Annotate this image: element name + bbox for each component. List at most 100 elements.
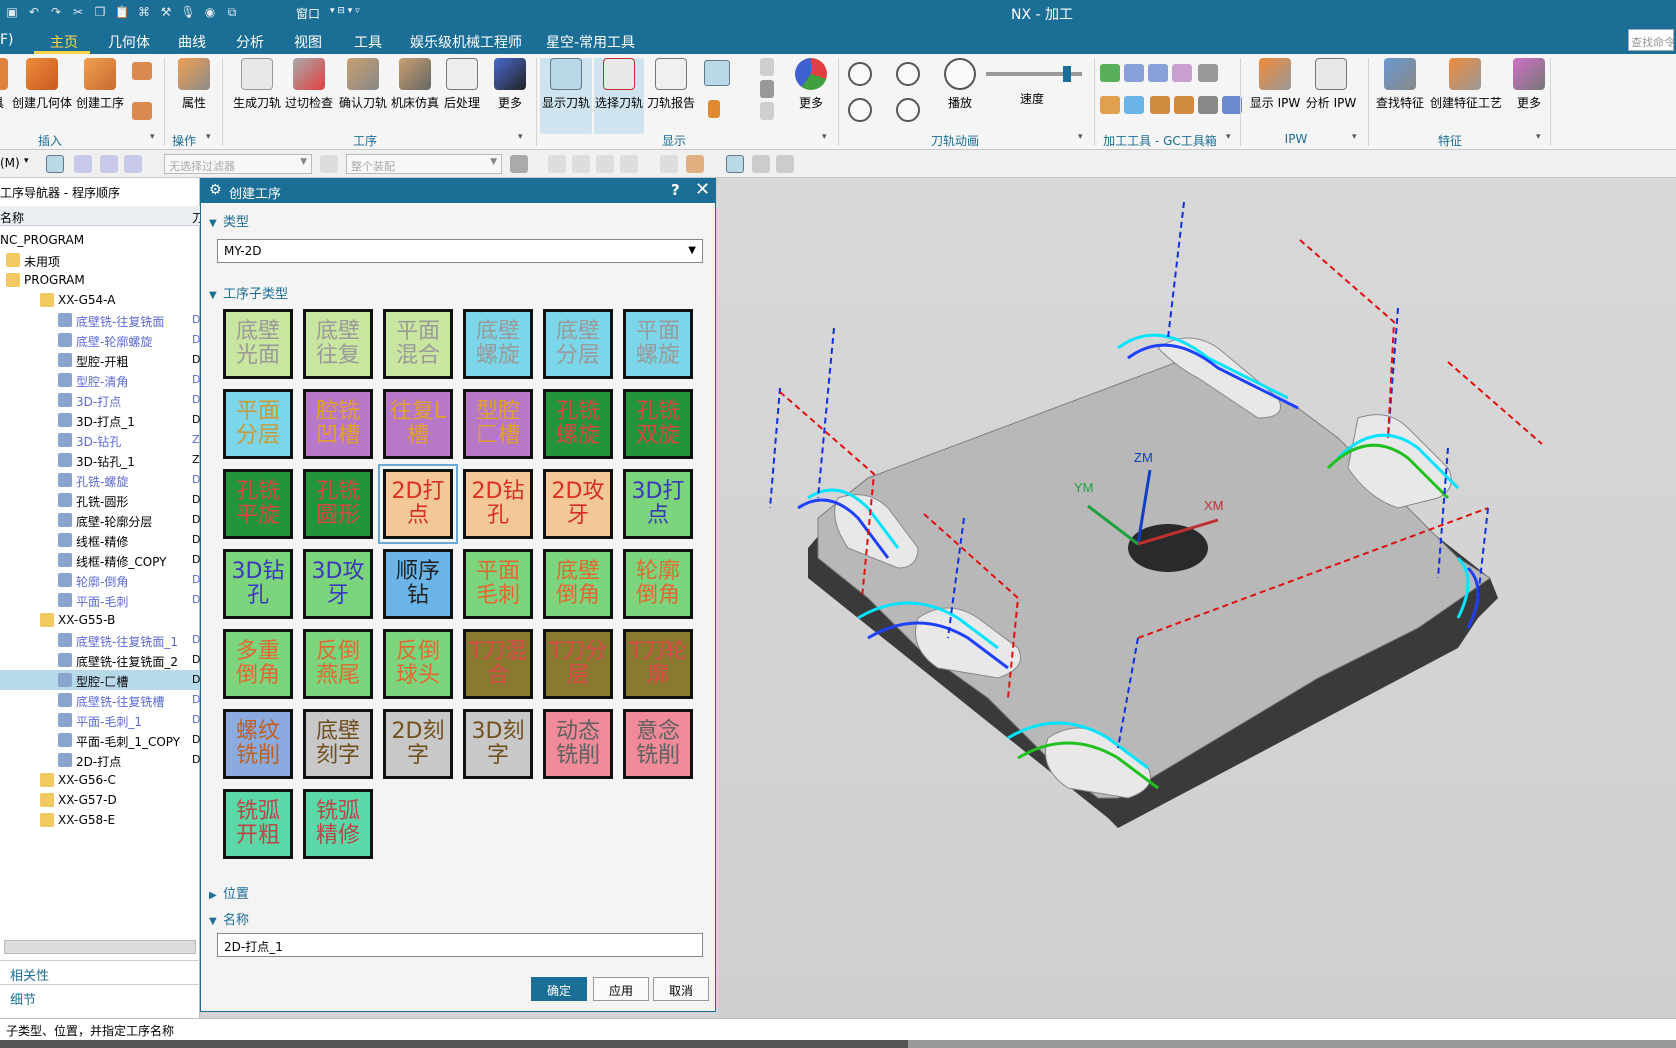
show-ipw-button[interactable]: 显示 IPW <box>1248 58 1302 111</box>
tree-row[interactable]: 线框-精修 D <box>0 530 200 550</box>
cancel-button[interactable]: 取消 <box>653 977 709 1001</box>
select-body-icon[interactable] <box>74 155 92 173</box>
group-process-expand-icon[interactable]: ▾ <box>518 132 523 142</box>
gc-tool-9-icon[interactable] <box>1174 96 1194 114</box>
menu-partial[interactable]: F) <box>0 32 14 48</box>
subtype-tile[interactable]: T刀轮廓 <box>623 629 693 699</box>
group-feature-expand-icon[interactable]: ▾ <box>1536 132 1541 142</box>
subtype-tile[interactable]: 底壁刻字 <box>303 709 373 779</box>
snap-5-icon[interactable] <box>660 155 678 173</box>
snap-1-icon[interactable] <box>548 155 566 173</box>
group-animation-expand-icon[interactable]: ▾ <box>1078 132 1083 142</box>
gc-tool-8-icon[interactable] <box>1150 96 1170 114</box>
group-operations-expand-icon[interactable]: ▾ <box>206 132 211 142</box>
subtype-tile[interactable]: 底壁分层 <box>543 309 613 379</box>
show-toolpath-button[interactable]: 显示刀轨 <box>540 58 592 134</box>
mode-selector[interactable]: (M) <box>0 156 20 170</box>
tool-display-icon[interactable] <box>708 100 720 118</box>
step-back-icon[interactable] <box>848 62 872 86</box>
tree-row[interactable]: 底壁铣-往复铣面_1 D <box>0 630 200 650</box>
tree-row[interactable]: 平面-毛刺_1_COPY D <box>0 730 200 750</box>
tree-row[interactable]: XX-G55-B <box>0 610 200 630</box>
tree-row[interactable]: 未用项 <box>0 250 200 270</box>
tree-row[interactable]: 型腔-匚槽 D <box>0 670 200 690</box>
column-header-name[interactable]: 名称 <box>0 209 24 226</box>
subtype-tile[interactable]: 平面混合 <box>383 309 453 379</box>
assembly-scope-combo[interactable]: 整个装配 ▼ <box>346 154 502 174</box>
tree-row[interactable]: 3D-打点 D <box>0 390 200 410</box>
tree-row[interactable]: 型腔-清角 D <box>0 370 200 390</box>
gc-tool-6-icon[interactable] <box>1100 96 1120 114</box>
type-dropdown[interactable]: MY-2D ▼ <box>217 239 703 263</box>
tree-row[interactable]: 3D-打点_1 D <box>0 410 200 430</box>
tree-row[interactable]: 底壁铣-往复铣槽 D <box>0 690 200 710</box>
display-options-icon[interactable] <box>704 60 730 86</box>
tree-row[interactable]: NC_PROGRAM <box>0 230 200 250</box>
command-search-input[interactable]: 查找命令 <box>1628 29 1674 51</box>
more-display-button[interactable]: 更多 <box>792 58 830 111</box>
skip-forward-icon[interactable] <box>896 98 920 122</box>
select-toolpath-button[interactable]: 选择刀轨 <box>594 58 644 134</box>
toolpath-report-button[interactable]: 刀轨报告 <box>646 58 696 111</box>
group-gc-toolbox-expand-icon[interactable]: ▾ <box>1226 132 1231 142</box>
properties-button[interactable]: 属性 <box>170 58 218 111</box>
gc-tool-4-icon[interactable] <box>1172 64 1192 82</box>
section-subtype[interactable]: ▼ 工序子类型 <box>209 283 288 302</box>
tree-row[interactable]: 3D-钻孔 Z <box>0 430 200 450</box>
select-edge-icon[interactable] <box>100 155 118 173</box>
subtype-tile[interactable]: 孔铣螺旋 <box>543 389 613 459</box>
subtype-tile[interactable]: 底壁往复 <box>303 309 373 379</box>
create-method-icon[interactable] <box>132 102 152 120</box>
selection-filter-combo[interactable]: 无选择过滤器 ▼ <box>164 154 312 174</box>
close-icon[interactable]: ✕ <box>695 179 710 200</box>
group-insert-expand-icon[interactable]: ▾ <box>150 132 155 142</box>
subtype-tile[interactable]: 往复L槽 <box>383 389 453 459</box>
snap-point-icon[interactable] <box>510 155 528 173</box>
tab-view[interactable]: 视图 <box>294 32 322 52</box>
gc-tool-7-icon[interactable] <box>1124 96 1144 114</box>
subtype-tile[interactable]: 平面螺旋 <box>623 309 693 379</box>
dialog-titlebar[interactable]: ⚙ 创建工序 ? ✕ <box>201 179 715 203</box>
section-position[interactable]: ▶ 位置 <box>209 883 249 902</box>
layers-icon[interactable] <box>760 80 774 98</box>
tab-tools[interactable]: 工具 <box>354 32 382 52</box>
create-feature-process-button[interactable]: 创建特征工艺 <box>1430 58 1502 111</box>
subtype-tile[interactable]: T刀分层 <box>543 629 613 699</box>
tab-starry-tools[interactable]: 星空-常用工具 <box>546 32 635 52</box>
subtype-tile[interactable]: 轮廓倒角 <box>623 549 693 619</box>
gc-tool-2-icon[interactable] <box>1124 64 1144 82</box>
gc-tool-1-icon[interactable] <box>1100 64 1120 82</box>
subtype-tile[interactable]: 型腔匚槽 <box>463 389 533 459</box>
subtype-tile[interactable]: 多重倒角 <box>223 629 293 699</box>
subtype-tile[interactable]: 腔铣凹槽 <box>303 389 373 459</box>
create-program-icon[interactable] <box>132 62 152 80</box>
subtype-tile[interactable]: 螺纹铣削 <box>223 709 293 779</box>
tree-row[interactable]: XX-G54-A <box>0 290 200 310</box>
subtype-tile[interactable]: 底壁螺旋 <box>463 309 533 379</box>
postprocess-button[interactable]: 后处理 <box>440 58 484 111</box>
tree-row[interactable]: XX-G58-E <box>0 810 200 830</box>
group-display-expand-icon[interactable]: ▾ <box>822 132 827 142</box>
name-field[interactable]: 2D-打点_1 <box>217 933 703 957</box>
mode-dropdown-icon[interactable]: ▾ <box>24 156 29 166</box>
arrow-down-icon[interactable] <box>760 102 774 120</box>
subtype-tile[interactable]: 意念铣削 <box>623 709 693 779</box>
gear-icon[interactable]: ⚙ <box>209 182 222 198</box>
snap-2-icon[interactable] <box>572 155 590 173</box>
ok-button[interactable]: 确定 <box>531 977 587 1001</box>
subtype-tile[interactable]: 铣弧精修 <box>303 789 373 859</box>
subtype-tile[interactable]: 底壁倒角 <box>543 549 613 619</box>
select-face-icon[interactable] <box>124 155 142 173</box>
subtype-tile[interactable]: 2D钻孔 <box>463 469 533 539</box>
machine-sim-button[interactable]: 机床仿真 <box>390 58 440 111</box>
gc-tool-11-icon[interactable] <box>1222 96 1242 114</box>
tree-row[interactable]: 孔铣-螺旋 D <box>0 470 200 490</box>
show-hide-icon[interactable] <box>752 155 770 173</box>
tab-analysis[interactable]: 分析 <box>236 32 264 52</box>
subtype-tile[interactable]: 反倒燕尾 <box>303 629 373 699</box>
subtype-tile[interactable]: 3D刻字 <box>463 709 533 779</box>
tab-home[interactable]: 主页 <box>50 32 78 52</box>
more-feature-button[interactable]: 更多 <box>1510 58 1548 111</box>
scrollbar-thumb[interactable] <box>908 1040 1676 1048</box>
tree-row[interactable]: 3D-钻孔_1 Z <box>0 450 200 470</box>
